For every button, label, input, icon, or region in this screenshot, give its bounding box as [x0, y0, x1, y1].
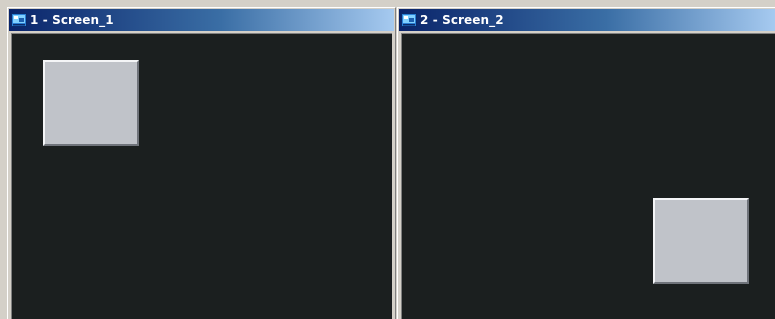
window-titlebar[interactable]: 2 - Screen_2: [399, 9, 775, 31]
screen-canvas[interactable]: [401, 33, 775, 319]
window-title: 1 - Screen_1: [30, 13, 114, 27]
raised-block-object[interactable]: [43, 60, 139, 146]
screen-window-1[interactable]: 1 - Screen_1: [7, 7, 396, 319]
screen-window-2[interactable]: 2 - Screen_2: [397, 7, 775, 319]
window-title: 2 - Screen_2: [420, 13, 504, 27]
raised-block-object[interactable]: [653, 198, 749, 284]
window-titlebar[interactable]: 1 - Screen_1: [9, 9, 394, 31]
screen-canvas[interactable]: [11, 33, 392, 319]
screen-window-icon: [11, 13, 27, 27]
desktop: 1 - Screen_1 2 - Screen_2: [0, 0, 775, 319]
screen-window-icon: [401, 13, 417, 27]
